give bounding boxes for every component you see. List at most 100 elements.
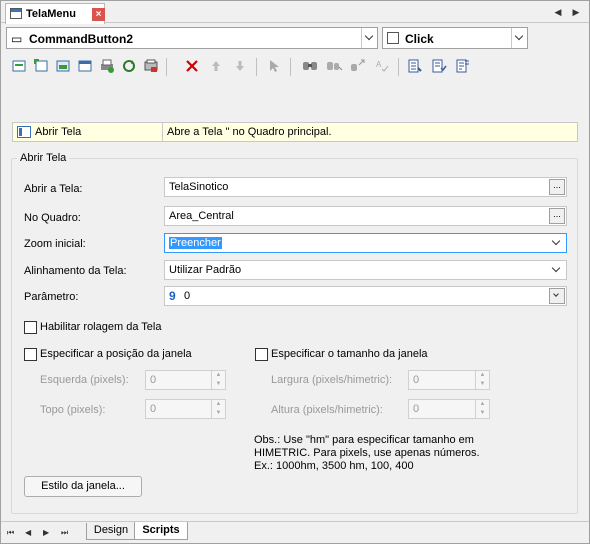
add-pick-icon[interactable] [32,57,50,75]
replace-icon[interactable] [349,57,367,75]
object-selector-prefix: ▭ [11,32,23,46]
command-name-cell: Abrir Tela [13,123,163,141]
spin-down-icon[interactable]: ▼ [476,409,489,418]
list-check-icon[interactable] [430,57,448,75]
ai-cursor-icon[interactable] [265,57,283,75]
toolbar-separator [290,58,291,76]
chevron-down-icon [551,263,561,273]
chevron-down-icon [551,236,561,246]
no-quadro-label: No Quadro: [24,212,81,224]
altura-label: Altura (pixels/himetric): [271,404,383,416]
event-selector-dropdown[interactable] [511,28,527,48]
move-up-icon[interactable] [207,57,225,75]
open-screen-icon[interactable] [54,57,72,75]
rolagem-checkbox[interactable] [24,321,37,334]
event-selector[interactable]: Click [382,27,528,49]
number-type-icon: 9 [169,289,176,303]
open-screen-command-icon [17,126,31,138]
zoom-select[interactable]: Preencher [164,233,567,253]
view-tab-bar: ⏮ ◀ ▶ ⏭ Design Scripts [1,521,589,543]
tamanho-checkbox[interactable] [255,348,268,361]
refresh-icon[interactable] [120,57,138,75]
spin-up-icon[interactable]: ▲ [212,400,225,409]
list-edit-icon[interactable] [454,57,472,75]
esquerda-label: Esquerda (pixels): [40,374,129,386]
spin-down-icon[interactable]: ▼ [212,380,225,389]
find-next-icon[interactable] [325,57,343,75]
alinhamento-dropdown[interactable] [550,263,564,277]
topo-spinner[interactable]: 0 ▲ ▼ [145,399,226,419]
toolbar: A [6,57,486,77]
delete-icon[interactable] [183,57,201,75]
close-screen-icon[interactable] [76,57,94,75]
topo-value: 0 [150,403,157,415]
alinhamento-value: Utilizar Padrão [169,264,242,276]
spin-up-icon[interactable]: ▲ [476,371,489,380]
object-selector[interactable]: ▭ CommandButton2 [6,27,378,49]
parametro-value: 0 [184,290,191,302]
zoom-dropdown[interactable] [550,236,564,250]
tamanho-label: Especificar o tamanho da janela [271,348,428,360]
alinhamento-select[interactable]: Utilizar Padrão [164,260,567,280]
tab-scripts[interactable]: Scripts [134,522,188,540]
alinhamento-label: Alinhamento da Tela: [24,265,127,277]
document-tab-label: TelaMenu [26,8,76,20]
esquerda-spinner[interactable]: 0 ▲ ▼ [145,370,226,390]
toolbar-separator [256,58,257,76]
command-description: Abre a Tela " no Quadro principal. [167,126,332,138]
spin-down-icon[interactable]: ▼ [476,380,489,389]
last-tab-icon[interactable]: ⏭ [61,528,68,538]
no-quadro-value: Area_Central [169,210,234,222]
window-style-button[interactable]: Estilo da janela... [24,476,142,497]
command-name: Abrir Tela [35,126,82,138]
parametro-field[interactable]: 9 0 [164,286,567,306]
tab-design[interactable]: Design [86,523,136,540]
spell-check-icon[interactable]: A [373,57,391,75]
next-tab-icon[interactable]: ▶ [43,528,49,537]
parametro-label: Parâmetro: [24,291,79,303]
abrir-tela-value: TelaSinotico [169,181,229,193]
close-tab-icon[interactable]: × [92,8,105,21]
parametro-dropdown[interactable] [549,288,565,304]
prev-tab-icon[interactable]: ◀ [25,528,31,537]
browse-screen-button[interactable]: ... [549,179,565,195]
largura-label: Largura (pixels/himetric): [271,374,393,386]
largura-spinner[interactable]: 0 ▲ ▼ [408,370,490,390]
abrir-tela-label: Abrir a Tela: [24,183,83,195]
print-icon[interactable] [98,57,116,75]
obs-line: Ex.: 1000hm, 3500 hm, 100, 400 [254,460,414,472]
altura-spinner[interactable]: 0 ▲ ▼ [408,399,490,419]
no-quadro-field[interactable]: Area_Central ... [164,206,567,226]
event-icon [387,32,399,44]
event-selector-value: Click [405,32,434,46]
obs-line: HIMETRIC. Para pixels, use apenas número… [254,447,480,459]
chevron-down-icon [553,291,559,297]
script-icon[interactable] [142,57,160,75]
screen-icon [10,8,22,19]
tab-scroll-left-icon[interactable]: ◀ [553,6,563,18]
obs-note: Obs.: Use "hm" para especificar tamanho … [254,434,480,473]
altura-value: 0 [413,403,420,415]
posicao-checkbox[interactable] [24,348,37,361]
spin-down-icon[interactable]: ▼ [212,409,225,418]
esquerda-value: 0 [150,374,157,386]
browse-frame-button[interactable]: ... [549,208,565,224]
chevron-down-icon [514,31,524,41]
obs-line: Obs.: Use "hm" para especificar tamanho … [254,434,474,446]
tab-scroll-right-icon[interactable]: ▶ [571,6,581,18]
first-tab-icon[interactable]: ⏮ [7,528,14,538]
object-selector-dropdown[interactable] [361,28,377,48]
document-tab[interactable]: TelaMenu × [5,3,105,24]
rolagem-label: Habilitar rolagem da Tela [40,321,162,333]
new-pick-icon[interactable] [10,57,28,75]
move-down-icon[interactable] [231,57,249,75]
chevron-down-icon [364,31,374,41]
list-icon[interactable] [406,57,424,75]
command-row[interactable]: Abrir Tela Abre a Tela " no Quadro princ… [12,122,578,142]
zoom-value: Preencher [169,237,222,249]
spin-up-icon[interactable]: ▲ [476,400,489,409]
find-icon[interactable] [301,57,319,75]
spin-up-icon[interactable]: ▲ [212,371,225,380]
abrir-tela-field[interactable]: TelaSinotico ... [164,177,567,197]
document-tab-bar: TelaMenu × ◀ ▶ [1,1,589,24]
